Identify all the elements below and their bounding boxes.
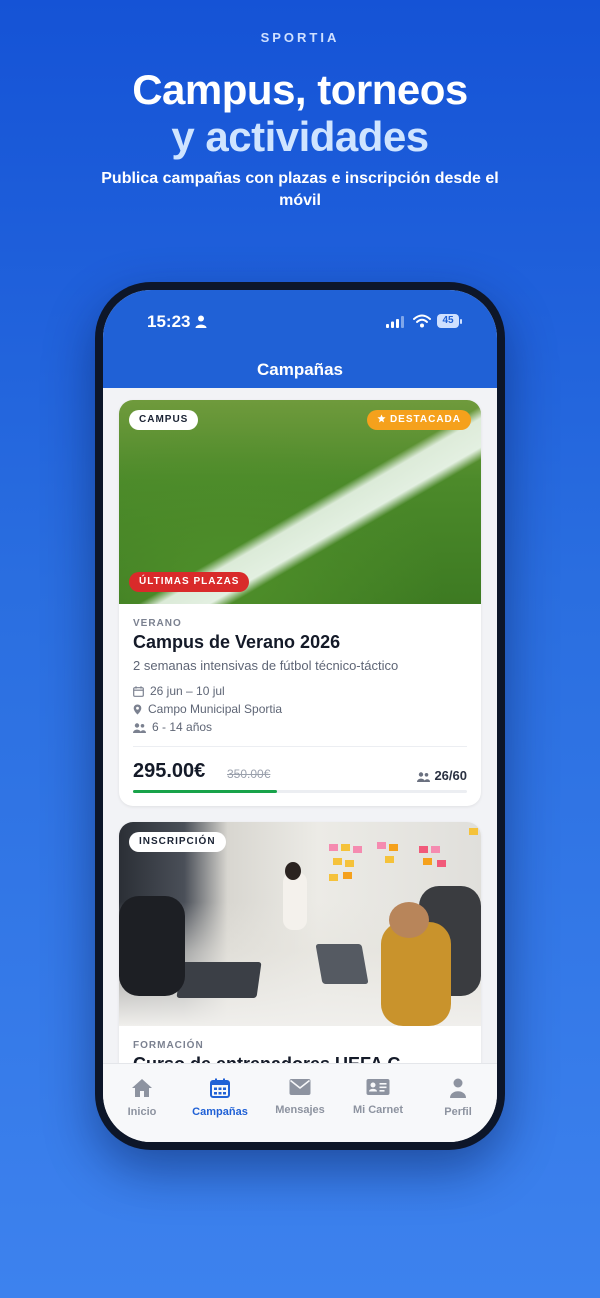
bottom-tab-bar: Inicio Campañas Mensajes Mi Carnet Perfi… xyxy=(103,1063,497,1142)
meeting-room-photo xyxy=(119,822,481,1026)
card-spots-text: 26/60 xyxy=(434,768,467,783)
envelope-icon xyxy=(289,1079,311,1095)
card-category: VERANO xyxy=(133,618,182,629)
wifi-icon xyxy=(413,314,431,328)
card-category: FORMACIÓN xyxy=(133,1040,204,1051)
battery-tip xyxy=(460,319,462,324)
id-card-icon xyxy=(366,1079,390,1095)
status-time: 15:23 xyxy=(147,312,191,331)
tab-label: Inicio xyxy=(127,1106,157,1118)
app-header: 15:23 45 Campañas xyxy=(103,290,497,388)
card-divider xyxy=(133,746,467,747)
card-location: Campo Municipal Sportia xyxy=(133,702,282,716)
card-dates: 26 jun – 10 jul xyxy=(133,684,225,698)
campaign-card[interactable]: CAMPUS DESTACADA ÚLTIMAS PLAZAS VERANO C… xyxy=(119,400,481,806)
type-badge: CAMPUS xyxy=(129,410,199,430)
featured-badge: DESTACADA xyxy=(366,410,471,430)
headline-line-1: Campus, torneos xyxy=(132,66,468,113)
card-title: Campus de Verano 2026 xyxy=(133,632,341,652)
tab-label: Mensajes xyxy=(275,1104,325,1116)
calendar-icon xyxy=(133,686,144,697)
phone-frame: 15:23 45 Campañas CAMPUS DESTACADA ÚLTIM… xyxy=(95,282,505,1150)
user-icon xyxy=(450,1078,466,1098)
person-icon xyxy=(195,315,207,328)
home-icon xyxy=(132,1079,152,1097)
card-ages-text: 6 - 14 años xyxy=(152,720,213,734)
group-icon xyxy=(417,772,431,782)
tab-campanas[interactable]: Campañas xyxy=(181,1078,259,1118)
location-pin-icon xyxy=(133,704,142,715)
card-ages: 6 - 14 años xyxy=(133,720,212,734)
spots-progress-fill xyxy=(133,790,277,793)
card-description: 2 semanas intensivas de fútbol técnico-t… xyxy=(133,658,399,673)
featured-badge-label: DESTACADA xyxy=(389,414,461,425)
star-icon xyxy=(377,414,386,423)
card-location-text: Campo Municipal Sportia xyxy=(148,702,283,716)
tab-inicio[interactable]: Inicio xyxy=(103,1078,181,1118)
cellular-signal-icon xyxy=(386,316,404,328)
urgency-badge: ÚLTIMAS PLAZAS xyxy=(129,572,250,592)
phone-screen: 15:23 45 Campañas CAMPUS DESTACADA ÚLTIM… xyxy=(103,290,497,1142)
tab-label: Campañas xyxy=(192,1106,248,1118)
subline: Publica campañas con plazas e inscripció… xyxy=(101,170,499,209)
headline-line-2: y actividades xyxy=(171,113,429,160)
tab-mi-carnet[interactable]: Mi Carnet xyxy=(339,1078,417,1116)
card-dates-text: 26 jun – 10 jul xyxy=(150,684,225,698)
calendar-icon xyxy=(210,1078,230,1098)
card-price: 295.00€ xyxy=(133,760,206,782)
group-icon xyxy=(133,723,146,733)
card-old-price: 350.00€ xyxy=(227,767,271,781)
battery-icon: 45 xyxy=(437,314,459,328)
tab-mensajes[interactable]: Mensajes xyxy=(261,1078,339,1116)
brand-label: SPORTIA xyxy=(260,30,340,45)
type-badge: INSCRIPCIÓN xyxy=(129,832,226,852)
tab-label: Perfil xyxy=(444,1106,472,1118)
headline: Campus, torneos y actividades xyxy=(0,66,600,160)
card-spots: 26/60 xyxy=(417,768,467,783)
tab-label: Mi Carnet xyxy=(352,1104,404,1116)
page-title: Campañas xyxy=(257,360,343,379)
spots-progress-bar xyxy=(133,790,467,793)
tab-perfil[interactable]: Perfil xyxy=(419,1078,497,1118)
